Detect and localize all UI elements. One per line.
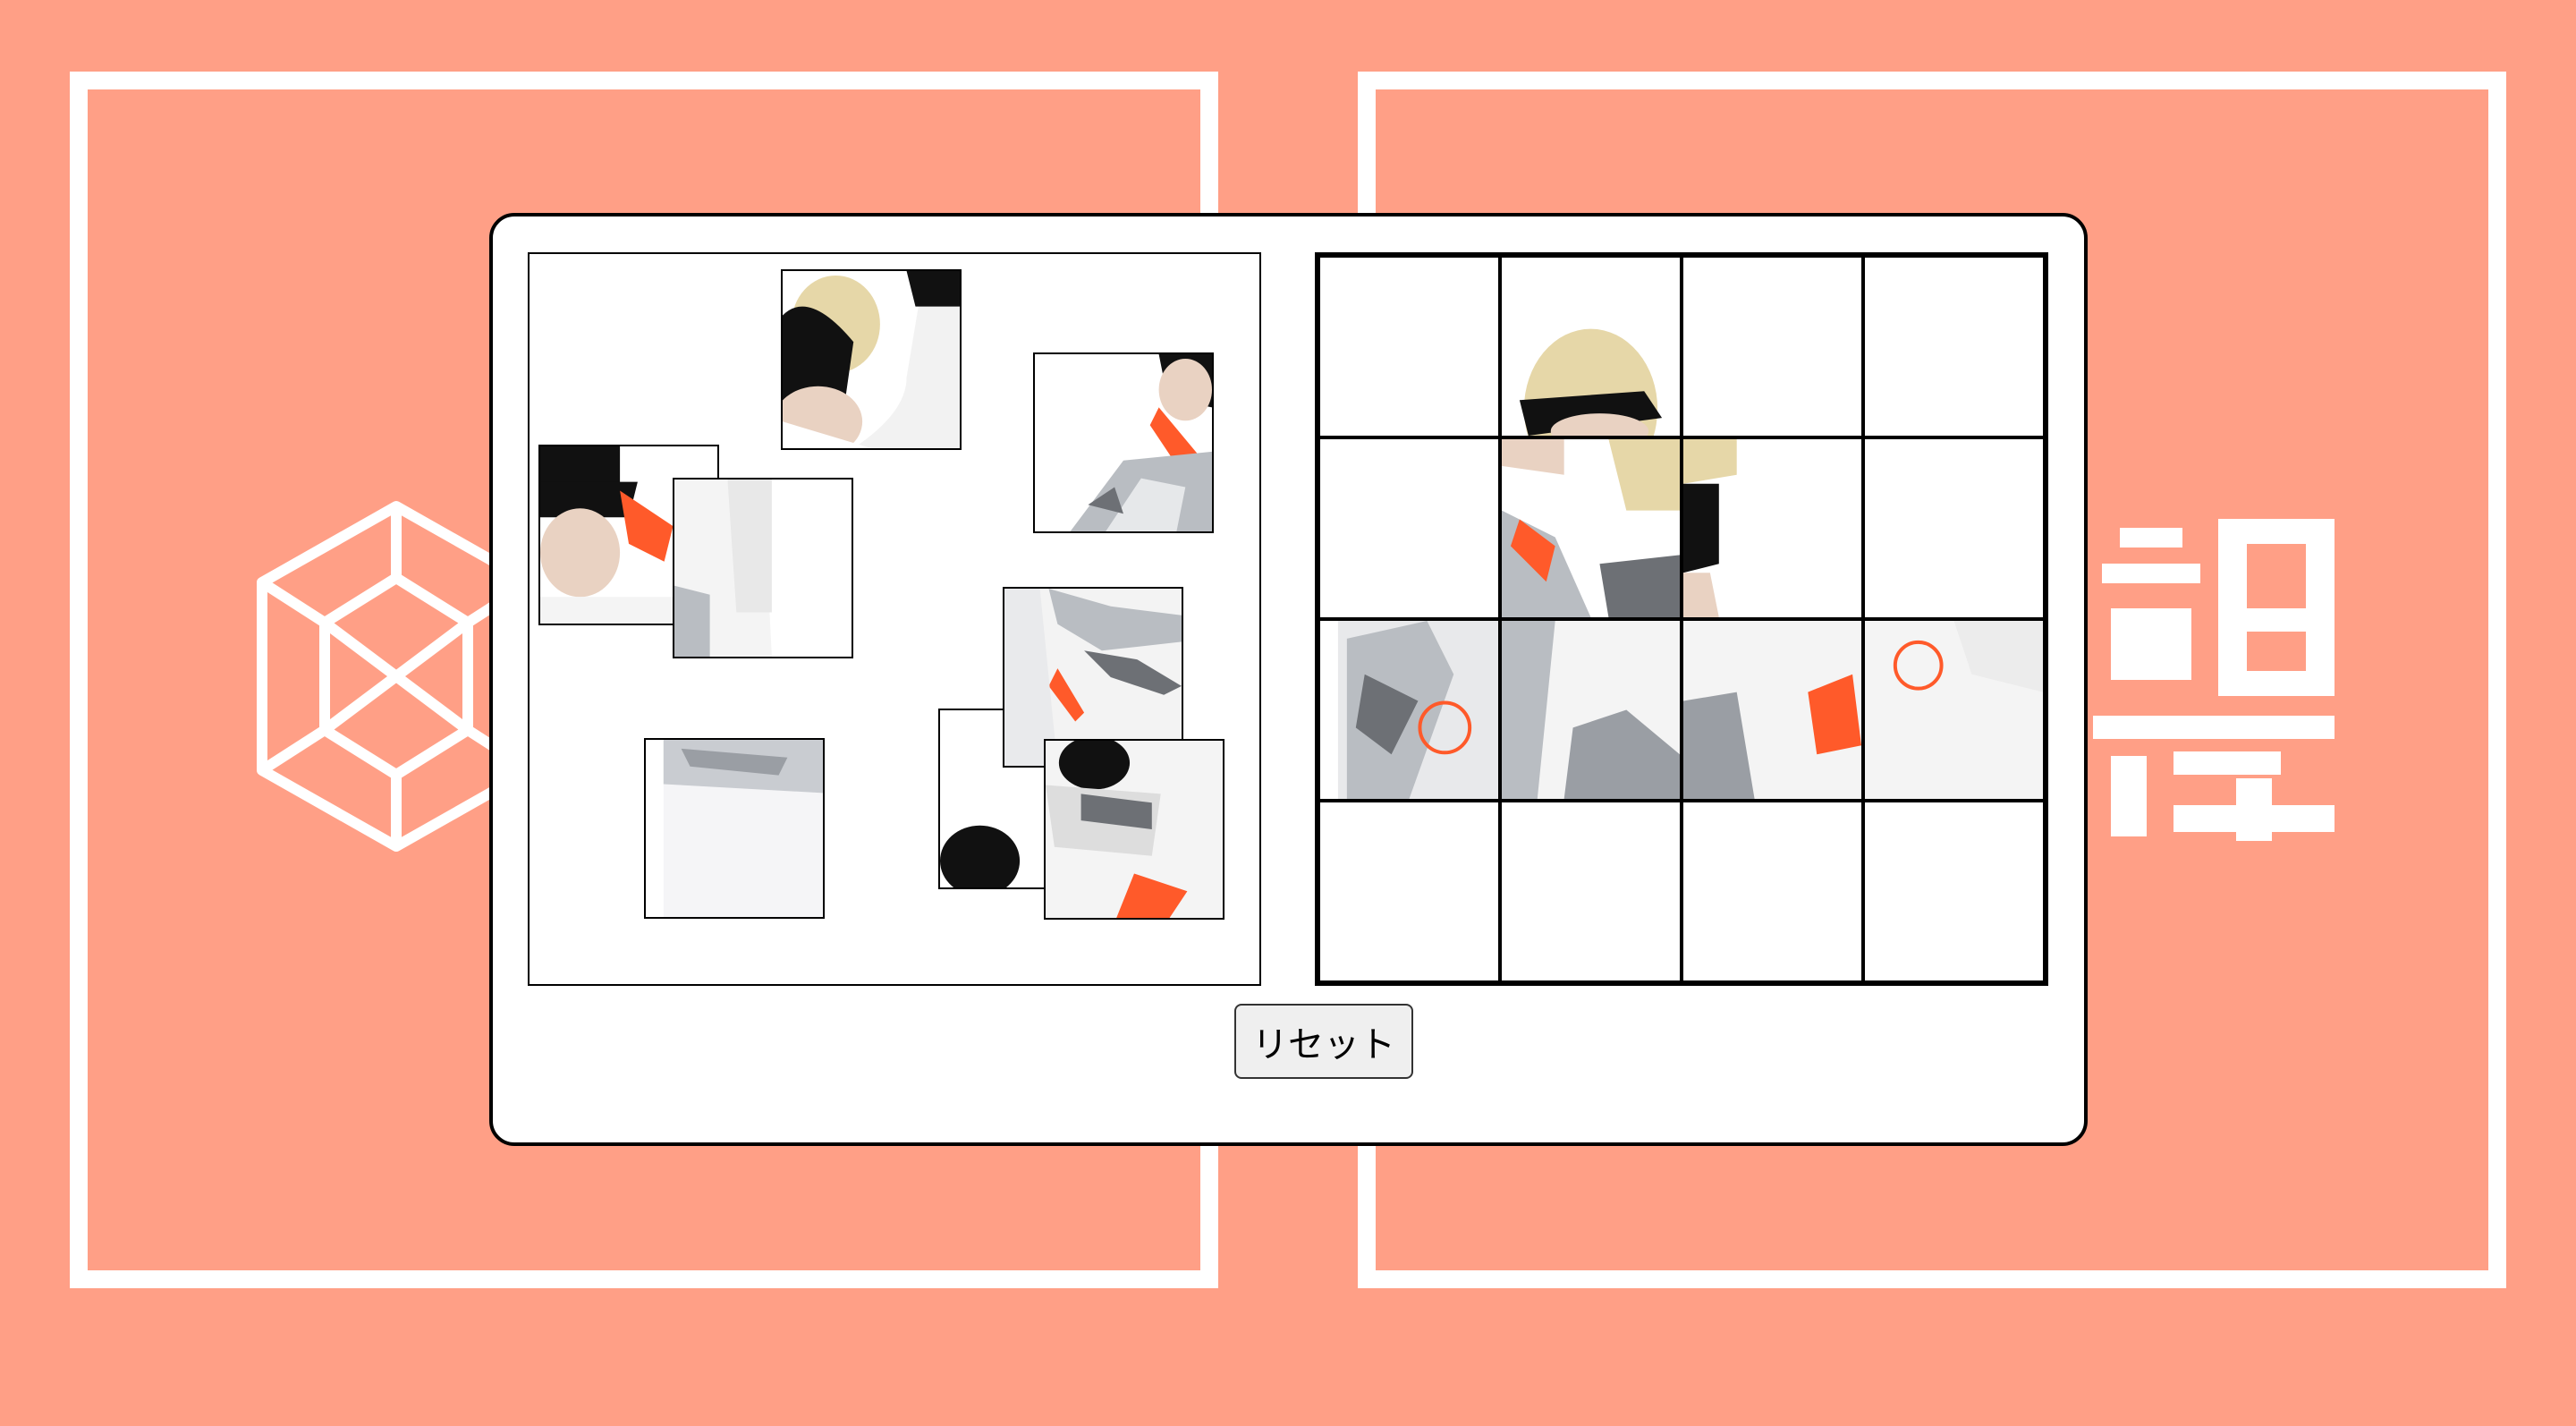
placed-piece xyxy=(1502,621,1680,799)
board-cell[interactable] xyxy=(1500,256,1682,437)
piece-image xyxy=(663,740,823,917)
puzzle-piece[interactable] xyxy=(781,269,962,450)
board-cell[interactable] xyxy=(1318,619,1500,801)
board-cell[interactable] xyxy=(1863,437,2045,619)
piece-image xyxy=(1046,741,1223,918)
board-cell[interactable] xyxy=(1682,619,1863,801)
placed-piece xyxy=(1519,328,1663,436)
placed-piece xyxy=(1337,621,1498,799)
puzzle-piece[interactable] xyxy=(1033,352,1214,533)
board-cell[interactable] xyxy=(1500,801,1682,982)
placed-piece xyxy=(1865,621,2043,799)
pieces-tray xyxy=(528,252,1261,986)
puzzle-piece[interactable] xyxy=(1044,739,1224,920)
board-cell[interactable] xyxy=(1318,437,1500,619)
board-cell[interactable] xyxy=(1318,256,1500,437)
piece-image xyxy=(1070,354,1212,531)
placed-piece xyxy=(1683,439,1737,617)
piece-image xyxy=(783,271,960,448)
board-cell[interactable] xyxy=(1682,437,1863,619)
board-cell[interactable] xyxy=(1500,619,1682,801)
board-cell[interactable] xyxy=(1318,801,1500,982)
placed-piece xyxy=(1502,439,1680,617)
kanji-logo-icon xyxy=(2057,510,2334,841)
board-cell[interactable] xyxy=(1500,437,1682,619)
board-cell[interactable] xyxy=(1863,256,2045,437)
reset-button[interactable]: リセット xyxy=(1234,1004,1413,1079)
board-cell[interactable] xyxy=(1682,801,1863,982)
board-cell[interactable] xyxy=(1682,256,1863,437)
board-cell[interactable] xyxy=(1863,619,2045,801)
piece-image xyxy=(674,480,772,657)
puzzle-piece[interactable] xyxy=(644,738,825,919)
board-cell[interactable] xyxy=(1863,801,2045,982)
puzzle-board xyxy=(1315,252,2048,986)
placed-piece xyxy=(1683,621,1861,799)
puzzle-piece[interactable] xyxy=(673,478,853,658)
